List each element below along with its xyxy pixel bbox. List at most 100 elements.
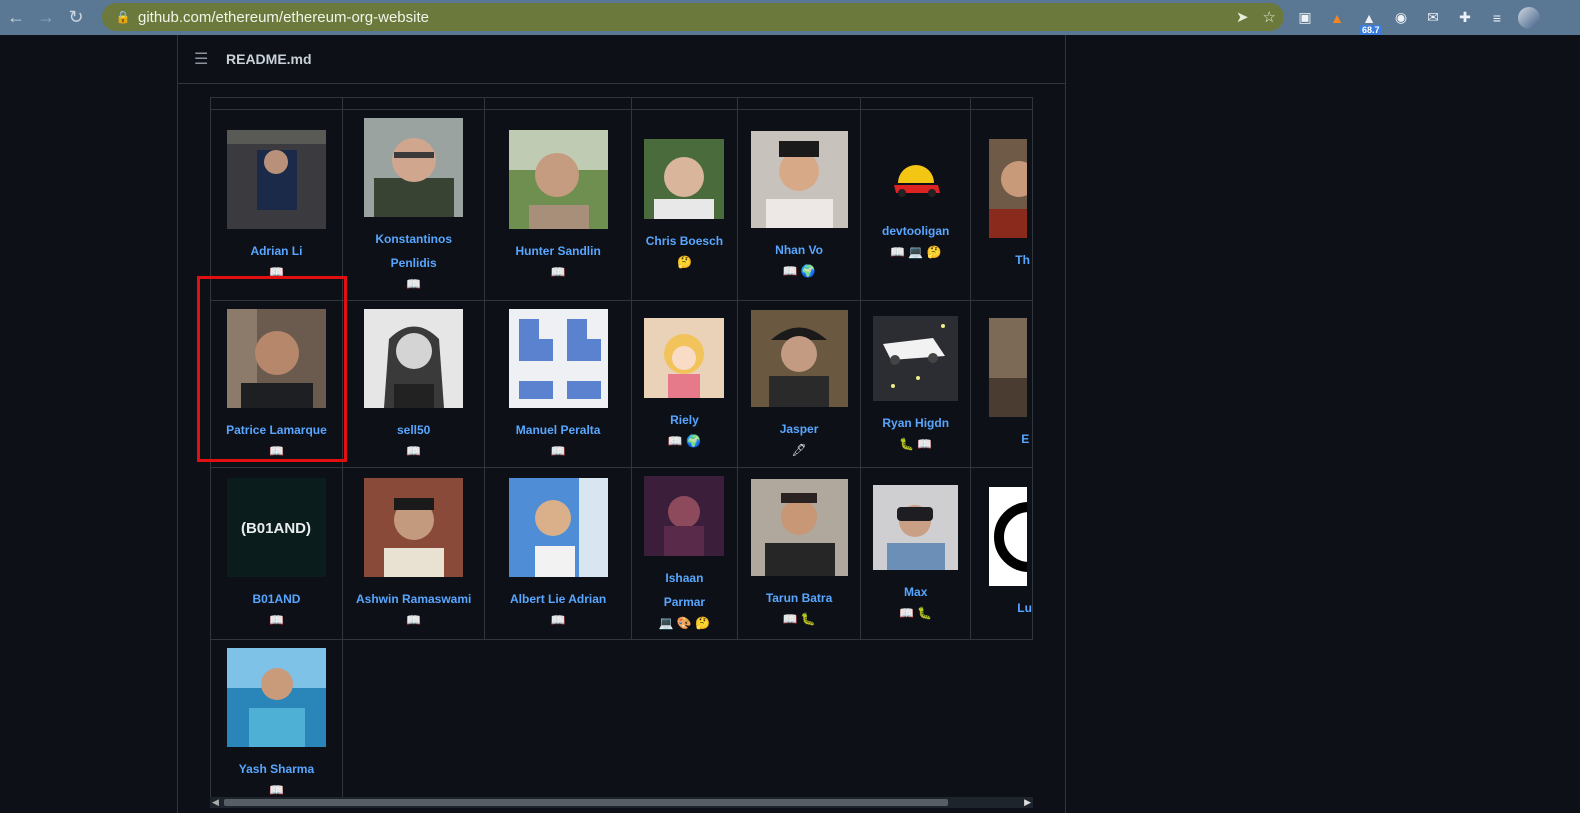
contribution-emoji[interactable]: 🐛 📖 [899, 435, 932, 453]
contributor-avatar[interactable] [364, 308, 464, 408]
contributor-cell: Tarun Batra 📖 🐛 [736, 467, 862, 640]
contributor-avatar[interactable]: (B01AND) [226, 478, 326, 577]
contributor-name[interactable]: Manuel Peralta [516, 418, 601, 442]
contribution-emoji[interactable]: 🖋 [791, 441, 806, 459]
contributor-avatar[interactable] [508, 129, 608, 229]
scroll-left-icon[interactable]: ◀ [212, 797, 219, 808]
contributor-avatar[interactable] [989, 317, 1028, 417]
contributor-cell: sell50 📖 [341, 300, 486, 468]
contributor-name[interactable]: sell50 [397, 418, 430, 442]
contributor-name[interactable]: Yash Sharma [239, 757, 314, 781]
contributor-cell: Konstantinos Penlidis 📖 [341, 109, 486, 301]
metamask-fox-icon[interactable]: ▲ [1326, 7, 1348, 29]
highlight-box [197, 276, 347, 462]
profile-avatar[interactable] [1518, 6, 1540, 29]
address-bar[interactable]: 🔒 github.com/ethereum/ethereum-org-websi… [102, 3, 1284, 31]
contribution-emoji[interactable]: 📖 [406, 611, 421, 629]
contributor-avatar[interactable] [644, 475, 725, 556]
contributor-avatar[interactable] [873, 485, 959, 570]
list-icon[interactable]: ☰ [194, 49, 214, 69]
table-row: Yash Sharma 📖 [210, 639, 1033, 797]
contribution-emoji[interactable]: 🤔 [677, 253, 692, 271]
readme-header: ☰ README.md [178, 35, 1065, 84]
contributor-name[interactable]: Lu [989, 596, 1032, 620]
contributor-cell: Jasper 🖋 [736, 300, 862, 468]
forward-icon[interactable]: → [32, 3, 60, 31]
contributor-name[interactable]: Chris Boesch [646, 229, 723, 253]
contributor-name[interactable]: Max [904, 580, 927, 604]
contribution-emoji[interactable]: 📖 [551, 263, 566, 281]
contributor-avatar[interactable] [989, 138, 1028, 238]
contribution-emoji[interactable]: 📖 [406, 275, 421, 293]
contributor-cell: Max 📖 🐛 [860, 467, 972, 640]
scrollbar-thumb[interactable] [224, 799, 948, 806]
contribution-emoji[interactable]: 📖 [269, 611, 284, 629]
contributor-cell: E [970, 300, 1033, 468]
contributor-name[interactable]: Tarun Batra [766, 586, 832, 610]
contributor-name[interactable]: Konstantinos Penlidis [369, 227, 459, 275]
contributor-cell: devtooligan 📖 💻 🤔 [860, 109, 972, 301]
contribution-emoji[interactable]: 📖 💻 🤔 [890, 243, 942, 261]
contributor-name[interactable]: Ishaan Parmar [654, 566, 714, 614]
contributor-name[interactable]: Hunter Sandlin [515, 239, 600, 263]
contributor-name[interactable]: devtooligan [882, 219, 949, 243]
contributor-avatar[interactable] [644, 139, 725, 219]
contributor-avatar[interactable] [644, 318, 725, 398]
reading-list-icon[interactable]: ≡ [1486, 7, 1508, 29]
contributor-avatar[interactable] [226, 648, 326, 747]
contributor-cell: Lu [970, 467, 1033, 640]
contributor-avatar[interactable] [226, 129, 326, 229]
contributor-cell: Riely 📖 🌍 [630, 300, 738, 468]
contributor-cell: Nhan Vo 📖 🌍 [736, 109, 862, 301]
contributor-avatar[interactable] [508, 478, 608, 577]
contribution-emoji[interactable]: 📖 [551, 442, 566, 460]
bookmark-star-icon[interactable]: ☆ [1263, 8, 1276, 26]
mail-icon[interactable]: ✉ [1422, 7, 1444, 29]
browser-toolbar: ← → ↻ 🔒 github.com/ethereum/ethereum-org… [0, 0, 1580, 35]
horizontal-scrollbar[interactable]: ◀ ▶ [210, 797, 1033, 808]
contributor-name[interactable]: B01AND [252, 587, 300, 611]
contribution-emoji[interactable]: 📖 [269, 781, 284, 797]
contributor-name[interactable]: Jasper [780, 417, 819, 441]
contributor-avatar[interactable] [750, 479, 848, 576]
contribution-emoji[interactable]: 📖 🐛 [782, 610, 815, 628]
contributor-avatar[interactable] [989, 487, 1028, 586]
contribution-emoji[interactable]: 📖 🌍 [668, 432, 701, 450]
contribution-emoji[interactable]: 📖 [551, 611, 566, 629]
contributor-name[interactable]: Albert Lie Adrian [510, 587, 606, 611]
readme-title: README.md [226, 51, 312, 67]
contributor-name[interactable]: Nhan Vo [775, 238, 823, 262]
contribution-emoji[interactable]: 📖 🐛 [899, 604, 932, 622]
reload-icon[interactable]: ↻ [62, 3, 90, 31]
contribution-emoji[interactable]: 📖 🌍 [782, 262, 815, 280]
contributor-name[interactable]: Riely [670, 408, 699, 432]
contributor-name[interactable]: Ashwin Ramaswami [356, 587, 471, 611]
contributor-name[interactable]: E [989, 427, 1029, 451]
contributor-cell: Hunter Sandlin 📖 [484, 109, 632, 301]
back-icon[interactable]: ← [2, 3, 30, 31]
contributor-avatar[interactable] [364, 117, 464, 217]
contributor-cell: Yash Sharma 📖 [210, 639, 343, 797]
picture-in-picture-icon[interactable]: ▣ [1294, 7, 1316, 29]
send-icon[interactable]: ➤ [1236, 8, 1249, 26]
contributor-cell: Chris Boesch 🤔 [630, 109, 738, 301]
table-row-partial [210, 97, 1033, 110]
extension-triangle-icon[interactable]: ▲ 68.7 [1358, 7, 1382, 35]
contributor-name[interactable]: Ryan Higdn [882, 411, 949, 435]
contribution-emoji[interactable]: 📖 [406, 442, 421, 460]
scroll-right-icon[interactable]: ▶ [1024, 797, 1031, 808]
contributor-name[interactable]: Th [989, 248, 1030, 272]
contributor-avatar[interactable] [364, 478, 464, 577]
puzzle-extensions-icon[interactable]: ✚ [1454, 7, 1476, 29]
contributor-cell: Th [970, 109, 1033, 301]
contributor-avatar[interactable] [873, 315, 959, 401]
contributor-name[interactable]: Adrian Li [250, 239, 302, 263]
contributor-avatar[interactable] [750, 309, 848, 407]
github-icon[interactable]: ◉ [1390, 7, 1412, 29]
url-text[interactable]: github.com/ethereum/ethereum-org-website [138, 9, 429, 26]
contributor-avatar[interactable] [508, 308, 608, 408]
contribution-emoji[interactable]: 💻 🎨 🤔 [659, 614, 711, 632]
contributor-avatar[interactable] [886, 149, 946, 209]
contributor-avatar[interactable] [750, 130, 848, 228]
extension-badge: 68.7 [1360, 24, 1382, 35]
